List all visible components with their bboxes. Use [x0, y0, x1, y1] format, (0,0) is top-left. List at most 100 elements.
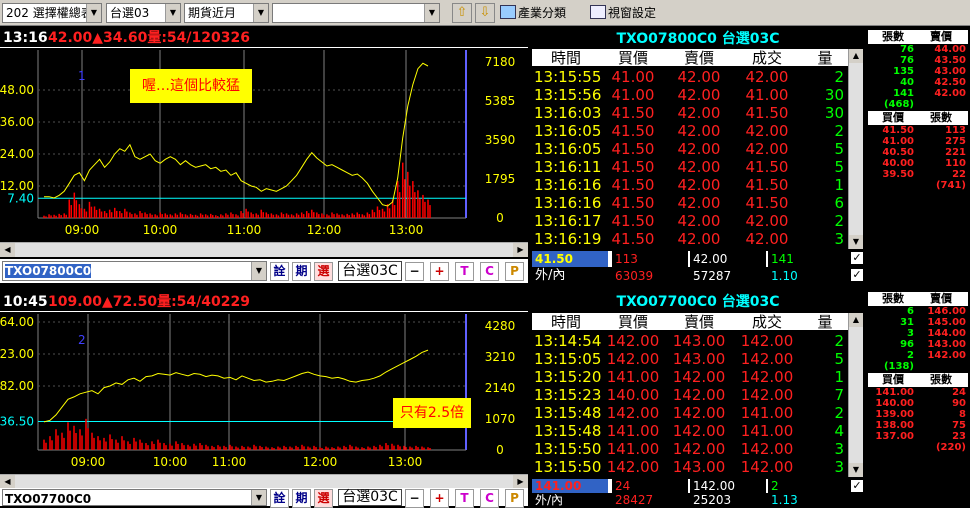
tick-vol: 1: [834, 176, 844, 194]
c-button[interactable]: C: [480, 262, 499, 281]
chart1-area[interactable]: 09:00 10:00 11:00 12:00 13:00 48.00 36.00 24.00…: [0, 50, 528, 242]
ob-bid-row-price: 8: [959, 409, 966, 420]
minus-button[interactable]: −: [405, 262, 424, 281]
chart-icon: [500, 5, 516, 19]
group-select[interactable]: 202 選擇權總表 ▼: [2, 3, 102, 23]
scroll-right-icon[interactable]: ▶: [513, 475, 528, 489]
tick-bid: 140.00: [606, 386, 660, 404]
ob-ask-row: 6 146.00: [868, 306, 968, 317]
chevron-down-icon[interactable]: ▼: [424, 4, 439, 22]
board-select[interactable]: 台選03 ▼: [106, 3, 181, 23]
tick-header-2: 時間 買價 賣價 成交 量: [532, 313, 848, 331]
tick-last: 142.00: [740, 440, 794, 458]
chevron-down-icon[interactable]: ▼: [86, 4, 101, 22]
arrow-down-button[interactable]: ⇩: [475, 3, 495, 23]
chevron-down-icon[interactable]: ▼: [253, 4, 268, 22]
y-tick-label: 24.00: [0, 147, 34, 161]
tick-time: 13:16:16: [534, 176, 602, 194]
summary-bid-2: 141.00: [532, 479, 608, 493]
in-volume-2: 25203: [690, 494, 766, 506]
scroll-left-icon[interactable]: ◀: [0, 243, 15, 257]
chevron-down-icon[interactable]: ▼: [251, 490, 266, 505]
ref-price-label: 7.40: [7, 191, 34, 205]
t-button[interactable]: T: [455, 489, 474, 508]
tick-time: 13:16:17: [534, 212, 602, 230]
tick-ask: 42.00: [677, 122, 721, 140]
tick-bid: 41.50: [611, 176, 655, 194]
scroll-up-icon[interactable]: ▲: [849, 313, 863, 327]
group-box-2[interactable]: 台選03C: [338, 489, 402, 506]
tick-bid: 41.50: [611, 158, 655, 176]
ob-bid-row: 141.00 24: [868, 387, 968, 398]
ob-ask-row: 40 42.50: [868, 77, 968, 88]
checkbox-2a[interactable]: ✓: [850, 479, 864, 493]
chart-marker: 2: [78, 333, 86, 347]
checkbox-1a[interactable]: ✓: [850, 251, 864, 265]
chevron-down-icon[interactable]: ▼: [165, 4, 180, 22]
ob-bid-row-qty: 138.00: [875, 420, 914, 431]
col-last: 成交: [751, 313, 782, 331]
futures-button[interactable]: 期: [292, 262, 311, 281]
view-settings-button[interactable]: 視窗設定: [590, 3, 656, 23]
ob-ask-row-qty: 141: [893, 88, 914, 99]
minus-button[interactable]: −: [405, 489, 424, 508]
p-button[interactable]: P: [505, 489, 524, 508]
blank-select[interactable]: ▼: [272, 3, 440, 23]
tick-last: 42.00: [745, 230, 789, 248]
c-button[interactable]: C: [480, 489, 499, 508]
tick-ask: 42.00: [677, 176, 721, 194]
industry-button[interactable]: 產業分類: [500, 3, 566, 23]
symbol-input-2[interactable]: TXO07700C0 ▼: [2, 489, 267, 506]
group-box-1[interactable]: 台選03C: [338, 261, 402, 281]
price-line: [43, 349, 429, 423]
chart2-controlbar: TXO07700C0 ▼ 詮 期 選 台選03C − + T C P: [0, 488, 528, 508]
tick-vscroll-1[interactable]: ▲ ▼: [848, 49, 863, 249]
tick-row: 13:16:17 41.50 42.00 42.00 2: [532, 212, 848, 230]
col-vol: 量: [817, 49, 833, 67]
view-button-label: 視窗設定: [608, 6, 657, 20]
symbol-input-1[interactable]: TXO07800C0 ▼: [2, 261, 267, 281]
options-button[interactable]: 選: [314, 262, 333, 281]
ob-ask-row: 3 144.00: [868, 328, 968, 339]
chart2-area[interactable]: 09:00 10:00 11:00 12:00 13:00 164.00 123.00 82.…: [0, 314, 528, 474]
tick-row: 13:15:23 140.00 142.00 142.00 7: [532, 386, 848, 404]
industry-button-label: 產業分類: [518, 6, 567, 20]
tick-row: 13:16:16 41.50 42.00 41.50 6: [532, 194, 848, 212]
ob-bid-row-qty: 137.00: [875, 431, 914, 442]
scroll-down-icon[interactable]: ▼: [849, 463, 863, 477]
scroll-right-icon[interactable]: ▶: [513, 243, 528, 257]
col-ask: 賣價: [683, 49, 714, 67]
warrant-button[interactable]: 詮: [270, 262, 289, 281]
ob-ask-total: (468): [868, 99, 916, 110]
chart1-time: 13:16: [3, 30, 48, 46]
y-tick-label: 48.00: [0, 83, 34, 97]
period-select[interactable]: 期貨近月 ▼: [184, 3, 269, 23]
ob-ask-row-price: 144.00: [927, 328, 966, 339]
volume-tick-label: 5385: [485, 94, 516, 108]
scroll-down-icon[interactable]: ▼: [849, 235, 863, 249]
tick-vol: 3: [834, 458, 844, 476]
checkbox-1b[interactable]: ✓: [850, 268, 864, 282]
warrant-button[interactable]: 詮: [270, 489, 289, 508]
arrow-up-button[interactable]: ⇧: [452, 3, 472, 23]
ob-bid-label: 買價: [882, 111, 904, 124]
options-button[interactable]: 選: [314, 489, 333, 508]
p-button[interactable]: P: [505, 262, 524, 281]
scroll-up-icon[interactable]: ▲: [849, 49, 863, 63]
chart2-hscroll[interactable]: ◀ ▶: [0, 474, 528, 489]
tick-last: 141.00: [740, 422, 794, 440]
futures-button[interactable]: 期: [292, 489, 311, 508]
chart1-hscroll[interactable]: ◀ ▶: [0, 242, 528, 257]
t-button[interactable]: T: [455, 262, 474, 281]
ob-bid-row-qty: 139.00: [875, 409, 914, 420]
scroll-left-icon[interactable]: ◀: [0, 475, 15, 489]
tick-vscroll-2[interactable]: ▲ ▼: [848, 313, 863, 477]
ob-bid-row-price: 23: [952, 431, 966, 442]
chevron-down-icon[interactable]: ▼: [251, 262, 266, 280]
y-tick-label: 82.00: [0, 379, 34, 393]
ob-head-top-1: 張數 賣價: [868, 30, 968, 44]
plus-button[interactable]: +: [430, 489, 449, 508]
ob-bid-total-value: (741): [935, 180, 966, 191]
group-select-value: 202 選擇權總表: [6, 6, 93, 20]
plus-button[interactable]: +: [430, 262, 449, 281]
